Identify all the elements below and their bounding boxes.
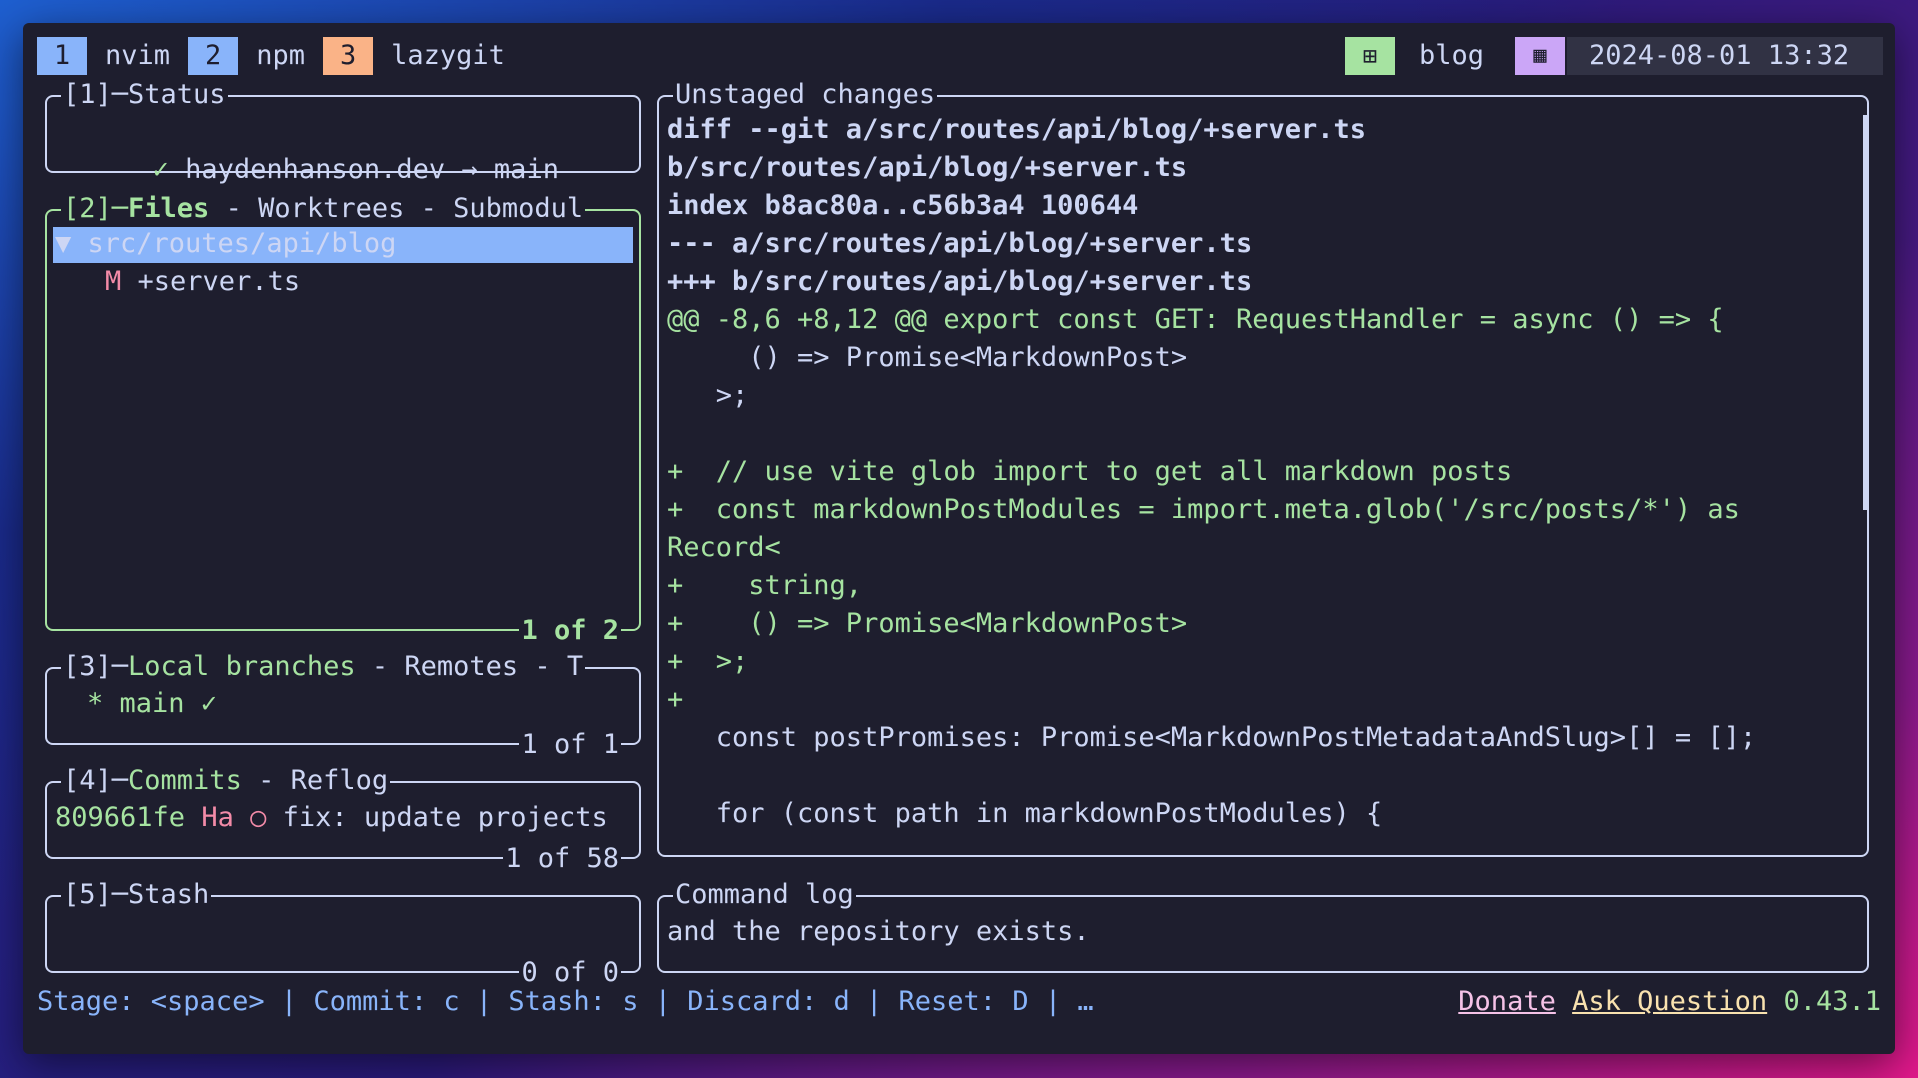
diff-line: @@ -8,6 +8,12 @@ export const GET: Reque… [667,304,1724,335]
files-panel-title: [2]─Files - Worktrees - Submodul [61,190,586,228]
files-counter: 1 of 2 [519,612,621,650]
diff-line: >; [667,380,749,411]
diff-line: + >; [667,646,749,677]
keybinding-hints: Stage: <space> | Commit: c | Stash: s | … [37,986,1094,1017]
diff-line: const postPromises: Promise<MarkdownPost… [667,722,1757,753]
tab-label-npm[interactable]: npm [256,37,305,75]
files-panel[interactable]: [2]─Files - Worktrees - Submodul ▼ src/r… [45,190,641,650]
diff-scrollbar[interactable] [1863,115,1869,510]
commits-panel-title: [4]─Commits - Reflog [61,762,391,800]
branch-row[interactable]: * main ✓ [87,685,217,723]
stash-panel[interactable]: [5]─Stash 0 of 0 [45,876,641,992]
ask-question-link[interactable]: Ask Question [1572,986,1767,1017]
modified-status: M [105,266,122,297]
diff-line: + () => Promise<MarkdownPost> [667,608,1188,639]
diff-line [667,415,1855,453]
command-log-title: Command log [673,876,856,914]
file-name: +server.ts [137,266,301,297]
diff-line [667,757,1855,795]
diff-line: + [667,684,684,715]
dir-row[interactable]: ▼ src/routes/api/blog [55,225,396,263]
status-panel-title: [1]─Status [61,76,228,114]
diff-line: Record< [667,532,781,563]
commit-author: Ha [201,802,234,833]
commits-counter: 1 of 58 [503,840,621,878]
unstaged-changes-panel[interactable]: Unstaged changes diff --git a/src/routes… [657,76,1869,857]
tab-label-nvim[interactable]: nvim [105,37,170,75]
tab-commits[interactable]: Commits [128,765,242,796]
file-row[interactable]: M +server.ts [105,263,300,301]
diff-line: for (const path in markdownPostModules) … [667,798,1383,829]
tab-files[interactable]: Files [128,193,209,224]
command-log-text: and the repository exists. [667,916,1090,947]
status-panel[interactable]: [1]─Status ✓ haydenhanson.dev → main [45,76,641,185]
commit-marker: ○ [250,802,267,833]
branches-counter: 1 of 1 [519,726,621,764]
branches-panel[interactable]: [3]─Local branches - Remotes - T * main … [45,648,641,764]
clock-datetime: 2024-08-01 13:32 [1567,37,1883,75]
tab-number-2[interactable]: 2 [188,37,239,75]
tab-worktrees-submodules[interactable]: - Worktrees - Submodul [209,193,584,224]
tab-number-3[interactable]: 3 [323,37,374,75]
diff-line: +++ b/src/routes/api/blog/+server.ts [667,266,1253,297]
commits-panel[interactable]: [4]─Commits - Reflog 809661fe Ha ○ fix: … [45,762,641,878]
diff-line: () => Promise<MarkdownPost> [667,342,1188,373]
diff-line: + // use vite glob import to get all mar… [667,456,1513,487]
calendar-icon: ▦ [1515,37,1565,75]
terminal-window: 1 nvim 2 npm 3 lazygit ⊞ blog ▦ 2024-08-01 13… [23,23,1895,1054]
commit-message: fix: update projects [282,802,608,833]
session-name: blog [1419,40,1485,71]
diff-line: b/src/routes/api/blog/+server.ts [667,152,1188,183]
check-icon: ✓ [152,154,169,185]
commit-hash: 809661fe [55,802,186,833]
diff-content: diff --git a/src/routes/api/blog/+server… [667,111,1855,833]
command-log-panel: Command log and the repository exists. [657,876,1869,973]
tmux-tab-bar: 1 nvim 2 npm 3 lazygit ⊞ blog ▦ 2024-08-01 13… [37,37,1883,75]
tab-remotes-tags[interactable]: - Remotes - T [356,651,583,682]
stash-panel-title: [5]─Stash [61,876,212,914]
tab-label-lazygit[interactable]: lazygit [391,37,505,75]
layout-icon: ⊞ [1345,37,1395,75]
diff-line: diff --git a/src/routes/api/blog/+server… [667,114,1366,145]
tab-reflog[interactable]: - Reflog [242,765,388,796]
diff-line: index b8ac80a..c56b3a4 100644 [667,190,1139,221]
tab-local-branches[interactable]: Local branches [128,651,356,682]
tab-number-1[interactable]: 1 [37,37,87,75]
diff-line: + string, [667,570,863,601]
repo-branch: haydenhanson.dev → main [185,154,559,185]
footer-right: Donate Ask Question 0.43.1 [1458,983,1881,1021]
version-label: 0.43.1 [1783,986,1881,1017]
diff-line: --- a/src/routes/api/blog/+server.ts [667,228,1253,259]
diff-line: + const markdownPostModules = import.met… [667,494,1740,525]
commit-row[interactable]: 809661fe Ha ○ fix: update projects [55,799,608,837]
donate-link[interactable]: Donate [1458,986,1556,1017]
diff-panel-title: Unstaged changes [673,76,938,114]
branches-panel-title: [3]─Local branches - Remotes - T [61,648,586,686]
